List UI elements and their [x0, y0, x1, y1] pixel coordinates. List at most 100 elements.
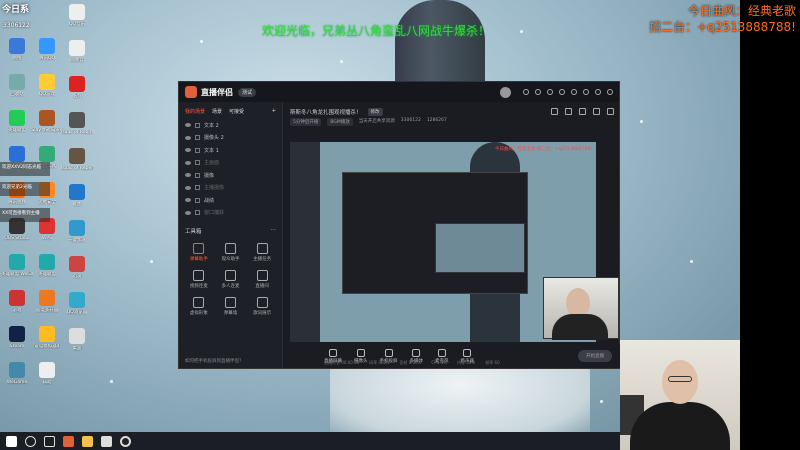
desktop-icon[interactable]: Slay the Spire — [31, 110, 63, 141]
desktop-icon[interactable]: 酷狗 — [62, 76, 92, 107]
add-scene-icon[interactable]: + — [272, 108, 276, 115]
desktop-icon[interactable]: 雷电模拟器4 — [32, 326, 62, 357]
tool-item[interactable]: 视频连麦 — [183, 270, 215, 289]
desktop-icon[interactable]: 网络 — [2, 38, 32, 69]
tool-item[interactable]: 直播间 — [246, 270, 278, 289]
close-icon[interactable] — [607, 89, 613, 95]
bell-icon[interactable] — [593, 108, 600, 115]
desktop-icon[interactable]: 网易云 — [62, 40, 92, 71]
file-explorer-icon[interactable] — [82, 435, 93, 447]
layer-row[interactable]: 窗口捕获 — [179, 207, 282, 220]
tool-item[interactable]: 观众助手 — [215, 243, 247, 262]
desktop-icon[interactable]: WPS — [32, 218, 62, 249]
more-icon[interactable]: ⋯ — [271, 227, 277, 235]
eye-icon[interactable] — [185, 173, 191, 178]
chat-note: 欢迎兄弟2光临 — [0, 182, 50, 196]
tool-item[interactable]: 虚拟形象 — [183, 297, 215, 316]
search-icon[interactable] — [25, 435, 36, 447]
tab-my-scene[interactable]: 我的场景 — [185, 108, 205, 115]
desktop-icon[interactable]: OBS Studio — [2, 218, 32, 249]
desktop-icon[interactable]: 桌面 — [62, 328, 92, 359]
eye-icon[interactable] — [185, 123, 191, 128]
lock-icon[interactable] — [565, 108, 572, 115]
desktop-icon[interactable]: 英雄联盟 — [2, 110, 32, 141]
tool-item[interactable]: 歌词展示 — [246, 297, 278, 316]
desktop-icon[interactable]: QQ音乐 — [62, 4, 92, 35]
desktop-icon[interactable]: 截图 — [62, 184, 92, 215]
desktop-icon[interactable]: WeGame — [2, 362, 32, 393]
skin-icon[interactable] — [559, 89, 565, 95]
streaming-tool-icon[interactable] — [101, 435, 112, 447]
task-view-icon[interactable] — [44, 435, 55, 447]
streamer-body — [552, 314, 608, 340]
desktop-icon[interactable]: 一键加速 — [62, 220, 92, 251]
windows-logo-icon[interactable] — [6, 435, 17, 447]
share-icon[interactable] — [607, 108, 614, 115]
desktop-icon[interactable]: 英雄联盟 — [32, 254, 62, 285]
menu-icon[interactable] — [571, 89, 577, 95]
avatar[interactable] — [500, 86, 511, 98]
minimize-icon[interactable] — [583, 89, 589, 95]
eye-icon[interactable] — [185, 135, 191, 140]
message-icon[interactable] — [547, 89, 553, 95]
lock-icon[interactable] — [195, 197, 200, 203]
tab-scene[interactable]: 场景 — [212, 108, 222, 115]
desktop-icon[interactable]: 回收站 — [2, 74, 32, 105]
lock-icon[interactable] — [195, 147, 200, 153]
gift-icon[interactable] — [551, 108, 558, 115]
streamer-body — [630, 402, 730, 450]
obs-icon[interactable] — [120, 435, 131, 447]
maximize-icon[interactable] — [595, 89, 601, 95]
eye-icon[interactable] — [185, 185, 191, 190]
info-tag[interactable]: BGM播放 — [327, 118, 353, 126]
tool-item[interactable]: 主播任务 — [246, 243, 278, 262]
layer-row[interactable]: 战绩 — [179, 194, 282, 207]
chat-note: 欢迎XXV2同志光临 — [0, 162, 50, 176]
layer-row[interactable]: 主画面 — [179, 157, 282, 170]
layer-row[interactable]: 主播摄像 — [179, 182, 282, 195]
lock-icon[interactable] — [195, 185, 200, 191]
tool-item[interactable]: 弹幕助手 — [183, 243, 215, 262]
layer-row[interactable]: 摄像 — [179, 169, 282, 182]
desktop-icon[interactable]: Steam — [2, 326, 32, 357]
eye-icon[interactable] — [185, 148, 191, 153]
layout-icon[interactable] — [579, 108, 586, 115]
screen-mirror-hint[interactable]: 如何把手机投屏到直播伴侣？ — [185, 358, 244, 364]
settings-icon[interactable] — [523, 89, 529, 95]
help-icon[interactable] — [535, 89, 541, 95]
phone-icon — [384, 348, 393, 357]
lock-icon[interactable] — [195, 135, 200, 141]
desktop-icon[interactable]: QQ游戏 — [32, 74, 62, 105]
desktop-icon[interactable]: 迅雷 — [62, 256, 92, 287]
eye-icon[interactable] — [185, 160, 191, 165]
lock-icon[interactable] — [195, 210, 200, 216]
desktop-icon[interactable]: 腾讯QQ — [32, 38, 62, 69]
toolbox-header: 工具箱 ⋯ — [179, 227, 282, 235]
tool-item[interactable]: 弹幕墙 — [215, 297, 247, 316]
lock-icon[interactable] — [195, 160, 200, 166]
eye-icon[interactable] — [185, 210, 191, 215]
right-black-bar — [740, 0, 800, 450]
desktop-icon[interactable]: QQ浏览器 — [62, 292, 92, 323]
desktop-icon[interactable]: 辅助 — [32, 362, 62, 393]
edit-title-button[interactable]: 修改 — [367, 108, 383, 116]
layer-row[interactable]: 文本 2 — [179, 119, 282, 132]
desktop-icon[interactable]: 英雄联盟 WeGame版 — [1, 254, 33, 285]
layer-row[interactable]: 摄像头 2 — [179, 132, 282, 145]
layer-row[interactable]: 文本 1 — [179, 144, 282, 157]
version-badge[interactable]: 测试 — [238, 87, 257, 97]
desktop-icon[interactable]: Isaac of Repentance — [61, 148, 93, 179]
webcam-overlay — [620, 340, 740, 450]
desktop-icon[interactable]: 游戏 — [2, 290, 32, 321]
snowflake — [600, 400, 603, 403]
eye-icon[interactable] — [185, 198, 191, 203]
live-companion-taskbar-icon[interactable] — [63, 435, 74, 447]
info-tag[interactable]: 5分钟后开播 — [290, 118, 322, 126]
desktop-icon[interactable]: 雷电多开器 — [32, 290, 62, 321]
tab-accept[interactable]: 可接受 — [229, 108, 244, 115]
lock-icon[interactable] — [195, 122, 200, 128]
desktop-icon[interactable]: Isaac of Rebirth — [61, 112, 93, 143]
fans-count: 1286267 — [426, 118, 447, 123]
lock-icon[interactable] — [195, 172, 200, 178]
tool-item[interactable]: 多人连麦 — [215, 270, 247, 289]
